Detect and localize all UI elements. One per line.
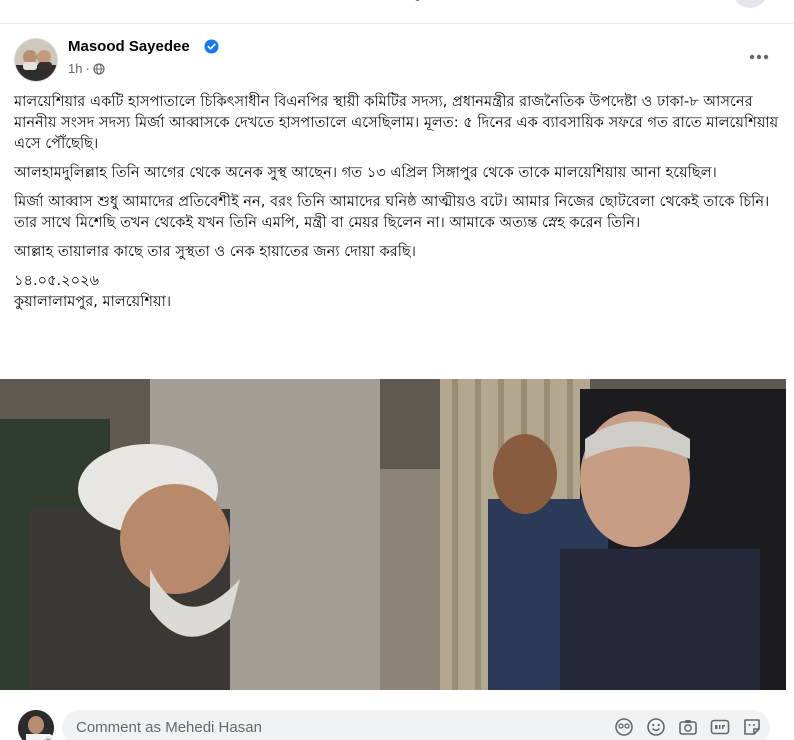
top-bar-close-button[interactable] (732, 0, 768, 8)
sticker-icon[interactable] (742, 717, 762, 737)
emoji-icon[interactable] (646, 717, 666, 737)
commenter-switch-icon[interactable]: ▾ (41, 734, 55, 740)
comment-input[interactable]: Comment as Mehedi Hasan (62, 710, 770, 740)
comment-placeholder: Comment as Mehedi Hasan (76, 719, 262, 736)
post-photo[interactable] (0, 379, 786, 690)
post-header: Masood Sayedee 1h · (14, 36, 780, 86)
comment-composer: ▾ Comment as Mehedi Hasan (0, 694, 794, 740)
post-paragraph: মির্জা আব্বাস শুধু আমাদের প্রতিবেশীই নন,… (14, 193, 770, 231)
post-paragraph: আলহামদুলিল্লাহ তিনি আগের থেকে অনেক সুস্থ… (14, 164, 717, 181)
post-location: কুয়ালালামপুর, মালয়েশিয়া। (14, 293, 172, 310)
feed-post: Masood Sayedee 1h · মালয়েশিয়ার একটি হা… (0, 24, 794, 740)
post-photo-image (0, 379, 786, 690)
post-paragraph: মালয়েশিয়ার একটি হাসপাতালে চিকিৎসাধীন ব… (14, 93, 779, 152)
globe-icon[interactable] (93, 62, 105, 75)
author-name[interactable]: Masood Sayedee (68, 38, 190, 55)
top-bar (0, 0, 794, 24)
post-paragraph: আল্লাহ তায়ালার কাছে তার সুস্থতা ও নেক হ… (14, 243, 416, 260)
verified-badge-icon (204, 39, 219, 54)
post-date: ১৪.০৫.২০২৬ (14, 272, 100, 289)
post-time[interactable]: 1h (68, 61, 82, 76)
camera-icon[interactable] (678, 717, 698, 737)
avatar-sticker-icon[interactable] (614, 717, 634, 737)
post-meta: 1h · (68, 61, 105, 76)
author-avatar-image (15, 39, 57, 81)
comment-tools (614, 717, 762, 737)
meta-separator: · (85, 61, 90, 76)
gif-icon[interactable] (710, 717, 730, 737)
author-avatar[interactable] (14, 38, 58, 82)
more-options-icon[interactable] (744, 42, 774, 72)
top-bar-dot (415, 0, 420, 1)
post-body: মালয়েশিয়ার একটি হাসপাতালে চিকিৎসাধীন ব… (14, 91, 784, 312)
